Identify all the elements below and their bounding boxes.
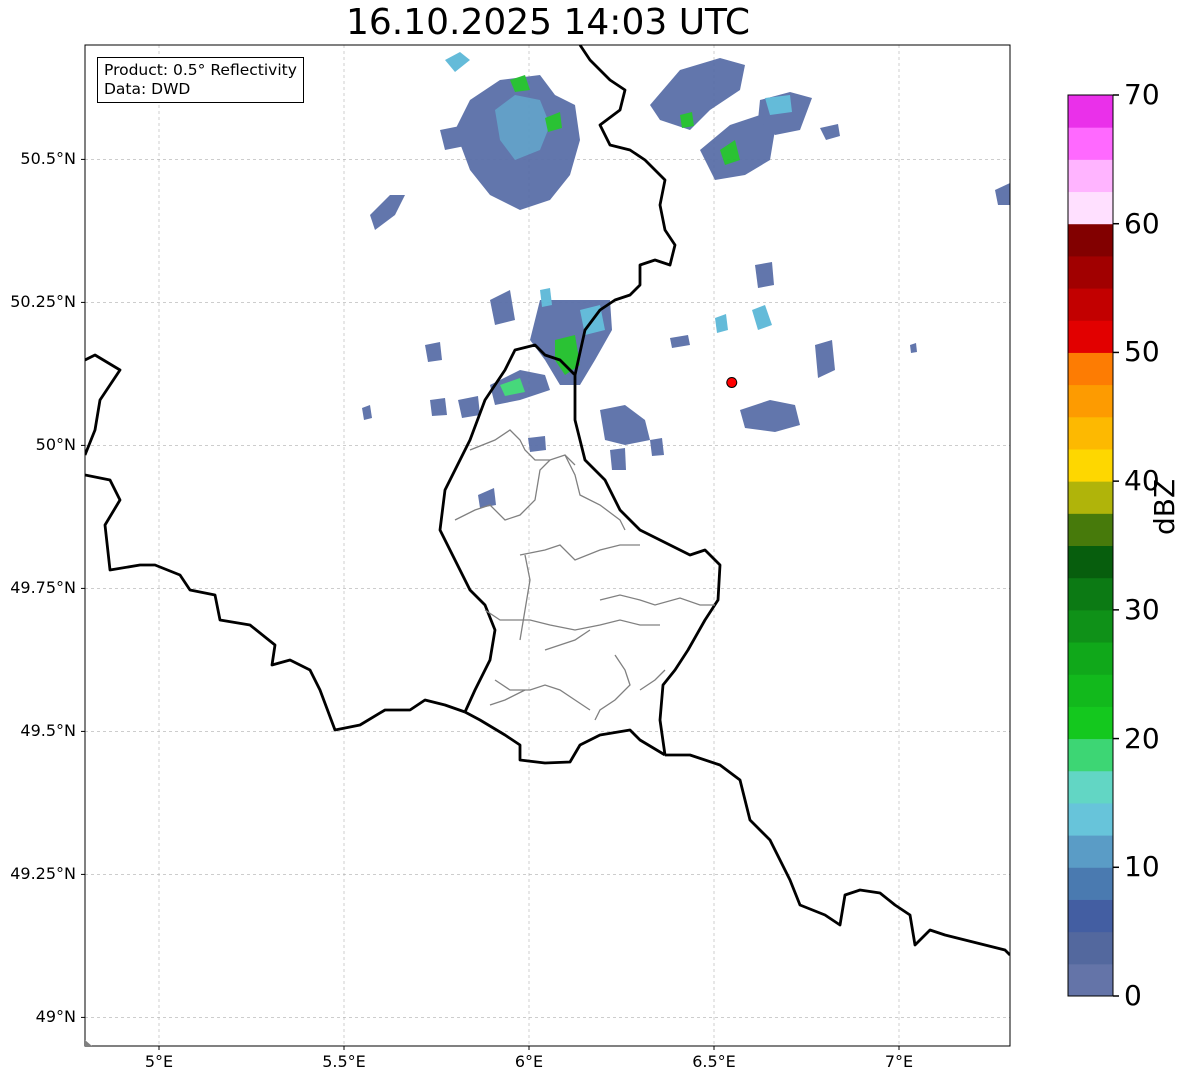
colorbar-band (1068, 288, 1113, 321)
colorbar-band (1068, 931, 1113, 965)
colorbar-band (1068, 95, 1113, 128)
colorbar-tick-label: 60 (1124, 206, 1160, 240)
colorbar-band (1068, 159, 1113, 193)
colorbar-band (1068, 706, 1113, 740)
colorbar-band (1068, 867, 1113, 900)
colorbar-band (1068, 513, 1113, 546)
colorbar-band (1068, 963, 1113, 997)
colorbar-tick-label: 10 (1124, 850, 1160, 884)
colorbar-band (1068, 738, 1113, 772)
colorbar-ticks (1113, 94, 1119, 997)
colorbar-band (1068, 384, 1113, 418)
colorbar-bands (1068, 95, 1113, 997)
colorbar-band (1068, 609, 1113, 643)
colorbar-band (1068, 416, 1113, 450)
colorbar-tick-label: 30 (1124, 592, 1160, 626)
colorbar-band (1068, 127, 1113, 160)
colorbar-tick-label: 70 (1124, 78, 1160, 111)
colorbar-tick-label: 20 (1124, 721, 1160, 755)
colorbar-band (1068, 352, 1113, 386)
colorbar-band (1068, 223, 1113, 257)
colorbar-band (1068, 191, 1113, 225)
colorbar-band (1068, 577, 1113, 611)
colorbar-band (1068, 255, 1113, 289)
colorbar-unit-label: dBZ (1148, 478, 1181, 535)
colorbar-band (1068, 802, 1113, 836)
colorbar-band (1068, 642, 1113, 675)
colorbar (1067, 94, 1119, 997)
colorbar-band (1068, 674, 1113, 707)
colorbar-band (1068, 545, 1113, 579)
colorbar-band (1068, 899, 1113, 933)
colorbar-band (1068, 770, 1113, 804)
colorbar-tick-label: 0 (1124, 979, 1142, 1012)
colorbar-tick-label: 50 (1124, 335, 1160, 369)
colorbar-band (1068, 835, 1113, 868)
colorbar-band (1068, 448, 1113, 482)
colorbar-band (1068, 481, 1113, 514)
colorbar-band (1068, 320, 1113, 353)
